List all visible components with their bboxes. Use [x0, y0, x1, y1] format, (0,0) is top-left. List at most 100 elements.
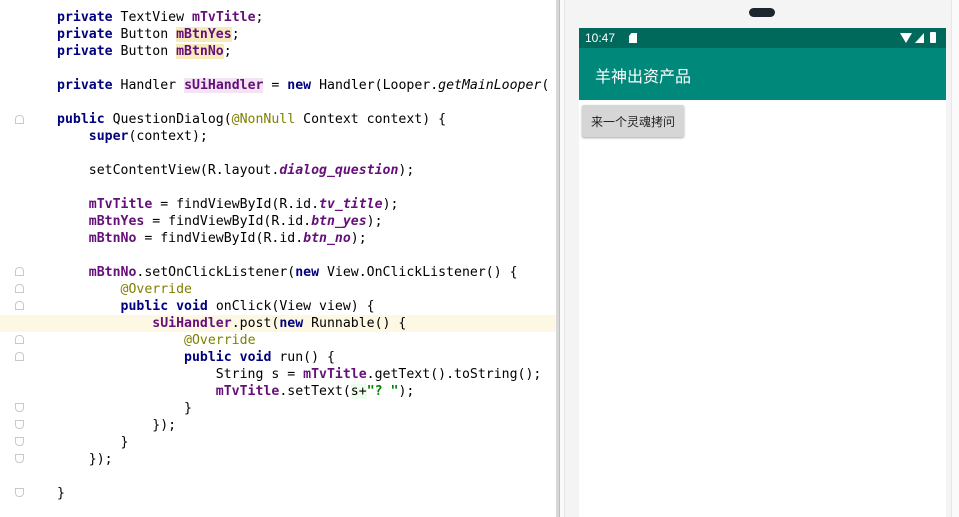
- code-token: private: [57, 44, 121, 59]
- code-line[interactable]: mTvTitle.setText(s+"? ");: [0, 383, 556, 400]
- code-token: mBtnNo: [88, 231, 137, 246]
- code-text: mTvTitle.setText(s+"? ");: [57, 383, 414, 400]
- code-token: getMainLooper: [438, 78, 542, 93]
- status-time: 10:47: [585, 31, 616, 45]
- code-token: }: [57, 435, 129, 450]
- app-title: 羊神出资产品: [595, 67, 692, 86]
- status-bar: 10:47: [579, 28, 946, 48]
- code-token: =: [263, 78, 288, 93]
- code-editor[interactable]: private TextView mTvTitle; private Button…: [0, 0, 556, 517]
- code-text: private Button mBtnYes;: [57, 26, 240, 43]
- code-text: }: [57, 400, 192, 417]
- code-line[interactable]: [0, 247, 556, 264]
- code-token: ;: [231, 27, 240, 42]
- code-token: s+: [350, 384, 367, 399]
- code-token: @NonNull: [231, 112, 296, 127]
- code-token: mTvTitle: [303, 367, 367, 382]
- code-line[interactable]: mBtnNo = findViewById(R.id.btn_no);: [0, 230, 556, 247]
- code-text: private Button mBtnNo;: [57, 43, 232, 60]
- code-line[interactable]: @Override: [0, 332, 556, 349]
- code-token: super: [88, 129, 129, 144]
- soul-question-button[interactable]: 来一个灵魂拷问: [582, 105, 684, 137]
- code-token: @Override: [184, 333, 256, 348]
- code-token: new: [295, 265, 327, 280]
- code-line[interactable]: private Button mBtnNo;: [0, 43, 556, 60]
- code-text: @Override: [57, 332, 256, 349]
- code-text: mBtnNo = findViewById(R.id.btn_no);: [57, 230, 367, 247]
- code-token: mBtnNo: [176, 44, 224, 59]
- code-token: = findViewById(R.id.: [136, 231, 304, 246]
- code-line[interactable]: sUiHandler.post(new Runnable() {: [0, 315, 556, 332]
- code-token: = findViewById(R.id.: [152, 197, 320, 212]
- code-text: super(context);: [57, 128, 208, 145]
- code-token: ;: [223, 44, 232, 59]
- code-line[interactable]: @Override: [0, 281, 556, 298]
- code-token: btn_yes: [311, 214, 367, 229]
- code-line[interactable]: mTvTitle = findViewById(R.id.tv_title);: [0, 196, 556, 213]
- code-line[interactable]: });: [0, 451, 556, 468]
- wifi-icon: [900, 33, 912, 43]
- code-text: });: [57, 417, 176, 434]
- code-token: "? ": [366, 384, 399, 399]
- code-token: private: [57, 10, 121, 25]
- code-text: }: [57, 485, 65, 502]
- code-line[interactable]: }: [0, 485, 556, 502]
- code-token: tv_title: [319, 197, 383, 212]
- code-token: mBtnYes: [176, 27, 232, 42]
- code-line[interactable]: }: [0, 434, 556, 451]
- code-token: Runnable() {: [311, 316, 407, 331]
- code-token: public void: [184, 350, 280, 365]
- code-line[interactable]: String s = mTvTitle.getText().toString()…: [0, 366, 556, 383]
- code-token: );: [366, 214, 383, 229]
- code-token: run() {: [279, 350, 335, 365]
- code-token: new: [279, 316, 312, 331]
- code-line[interactable]: private TextView mTvTitle;: [0, 9, 556, 26]
- signal-icon: [915, 33, 924, 43]
- code-token: QuestionDialog(: [112, 112, 232, 127]
- code-token: );: [398, 163, 415, 178]
- app-content: 来一个灵魂拷问: [579, 100, 946, 517]
- code-line[interactable]: mBtnYes = findViewById(R.id.btn_yes);: [0, 213, 556, 230]
- code-token: }: [57, 486, 65, 501]
- code-token: mTvTitle: [192, 10, 256, 25]
- code-token: Button: [120, 44, 177, 59]
- app-bar: 羊神出资产品: [579, 48, 946, 100]
- code-line[interactable]: [0, 145, 556, 162]
- code-line[interactable]: [0, 94, 556, 111]
- code-line[interactable]: [0, 468, 556, 485]
- code-line[interactable]: private Handler sUiHandler = new Handler…: [0, 77, 556, 94]
- code-token: );: [382, 197, 399, 212]
- code-line[interactable]: }: [0, 400, 556, 417]
- code-token: );: [398, 384, 415, 399]
- code-line[interactable]: setContentView(R.layout.dialog_question)…: [0, 162, 556, 179]
- code-line[interactable]: public QuestionDialog(@NonNull Context c…: [0, 111, 556, 128]
- code-line[interactable]: public void onClick(View view) {: [0, 298, 556, 315]
- code-token: .getText().toString();: [366, 367, 542, 382]
- code-token: Button: [120, 27, 177, 42]
- code-text: mTvTitle = findViewById(R.id.tv_title);: [57, 196, 399, 213]
- code-line[interactable]: mBtnNo.setOnClickListener(new View.OnCli…: [0, 264, 556, 281]
- code-text: });: [57, 451, 113, 468]
- code-line[interactable]: [0, 60, 556, 77]
- code-line[interactable]: });: [0, 417, 556, 434]
- code-token: mBtnYes: [88, 214, 145, 229]
- code-line[interactable]: public void run() {: [0, 349, 556, 366]
- code-text: String s = mTvTitle.getText().toString()…: [57, 366, 542, 383]
- phone-frame: 10:47 羊神出资产品 来一个灵魂拷问: [564, 0, 952, 517]
- code-token: });: [57, 418, 177, 433]
- code-token: TextView: [120, 10, 192, 25]
- code-line[interactable]: super(context);: [0, 128, 556, 145]
- code-line[interactable]: private Button mBtnYes;: [0, 26, 556, 43]
- code-text: public QuestionDialog(@NonNull Context c…: [57, 111, 446, 128]
- code-token: Handler: [120, 78, 185, 93]
- code-line[interactable]: [0, 179, 556, 196]
- phone-screen: 10:47 羊神出资产品 来一个灵魂拷问: [579, 28, 946, 517]
- code-text: mBtnNo.setOnClickListener(new View.OnCli…: [57, 264, 518, 281]
- code-token: Context context) {: [295, 112, 447, 127]
